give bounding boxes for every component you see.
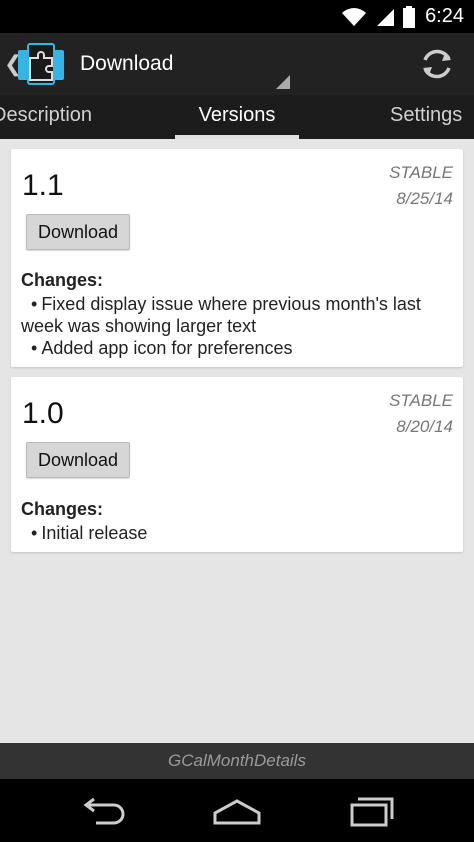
- footer-bar: GCalMonthDetails: [0, 743, 474, 779]
- tab-description[interactable]: Description: [0, 95, 112, 139]
- signal-icon: [377, 8, 395, 26]
- version-status: STABLE: [389, 391, 453, 410]
- version-date: 8/25/14: [396, 189, 453, 208]
- module-name: GCalMonthDetails: [168, 751, 306, 770]
- tab-bar: Description Versions Settings: [0, 95, 474, 139]
- version-number: 1.0: [22, 397, 64, 430]
- version-status: STABLE: [389, 163, 453, 182]
- status-time: 6:24: [425, 5, 464, 27]
- tab-settings[interactable]: Settings: [390, 95, 474, 139]
- list-item: • Fixed display issue where previous mont…: [21, 294, 421, 336]
- download-button[interactable]: Download: [26, 214, 130, 250]
- changes-heading: Changes:: [21, 270, 104, 290]
- page-title: Download: [80, 52, 174, 75]
- refresh-icon[interactable]: [418, 45, 456, 83]
- changes-list: • Initial release: [21, 522, 451, 544]
- up-chevron-icon[interactable]: ❮: [4, 51, 22, 77]
- app-puzzle-icon[interactable]: [16, 42, 66, 86]
- home-icon[interactable]: [207, 793, 267, 829]
- spinner-triangle-icon: [276, 75, 290, 89]
- back-icon[interactable]: [74, 793, 134, 829]
- status-bar: 6:24: [0, 0, 474, 33]
- tab-versions[interactable]: Versions: [175, 95, 299, 139]
- tab-label: Versions: [198, 104, 276, 126]
- changes-list: • Fixed display issue where previous mont…: [21, 293, 451, 359]
- version-card: 1.0 STABLE 8/20/14 Download Changes: • In…: [11, 377, 463, 552]
- battery-icon: [403, 5, 416, 28]
- versions-list: 1.1 STABLE 8/25/14 Download Changes: • Fi…: [0, 139, 474, 743]
- list-item: • Added app icon for preferences: [31, 338, 293, 358]
- list-item: • Initial release: [31, 523, 148, 543]
- title-spinner[interactable]: Download: [80, 33, 290, 95]
- tab-label: Settings: [390, 104, 463, 126]
- action-bar: ❮ Download: [0, 33, 474, 95]
- version-card: 1.1 STABLE 8/25/14 Download Changes: • Fi…: [11, 149, 463, 367]
- version-date: 8/20/14: [396, 417, 453, 436]
- changes-heading: Changes:: [21, 499, 104, 519]
- wifi-icon: [342, 7, 367, 26]
- recents-icon[interactable]: [340, 793, 400, 829]
- download-button[interactable]: Download: [26, 442, 130, 478]
- version-number: 1.1: [22, 169, 64, 202]
- tab-label: Description: [0, 104, 93, 126]
- nav-bar: [0, 779, 474, 842]
